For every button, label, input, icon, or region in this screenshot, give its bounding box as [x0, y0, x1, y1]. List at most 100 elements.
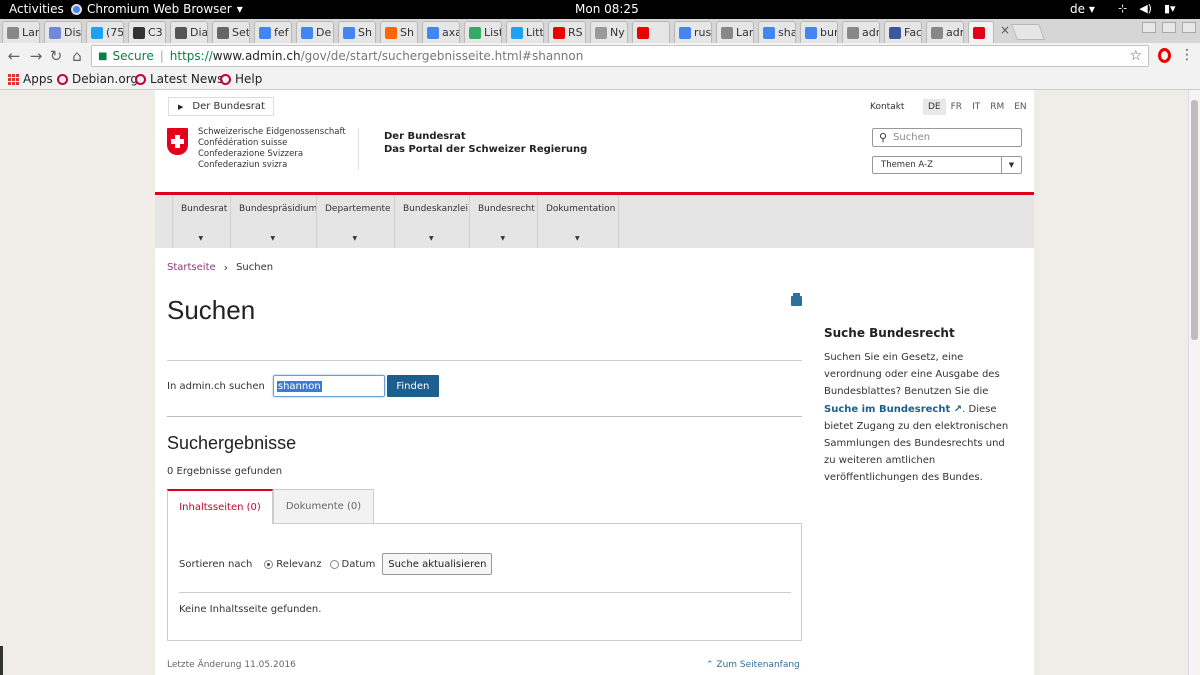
window-close-button[interactable]	[1182, 22, 1196, 33]
caret-right-icon: ▶	[178, 102, 184, 111]
update-search-button[interactable]: Suche aktualisieren	[382, 553, 493, 575]
search-input[interactable]: shannon	[272, 375, 385, 397]
nav-bundeskanzlei[interactable]: Bundeskanzlei ▼	[394, 195, 469, 248]
chevron-down-icon: ▼	[1001, 157, 1021, 173]
header-search-input[interactable]: ⚲ Suchen	[872, 128, 1022, 147]
nav-dokumentation[interactable]: Dokumentation ▼	[537, 195, 619, 248]
sort-date-radio[interactable]	[329, 559, 339, 569]
page-scrollbar[interactable]	[1188, 90, 1200, 675]
system-tray[interactable]: ⊹ ◀) ▮▾	[1118, 2, 1176, 15]
apps-grid-icon	[8, 73, 19, 85]
divider	[358, 128, 359, 170]
tab-favicon-icon	[553, 26, 565, 39]
close-tab-icon[interactable]: ×	[1000, 23, 1010, 37]
reload-button[interactable]: ↻	[46, 46, 66, 66]
browser-tab[interactable]: axa	[422, 21, 460, 43]
browser-tab[interactable]: bur	[800, 21, 838, 43]
browser-tab[interactable]: Fac	[884, 21, 922, 43]
debian-icon	[57, 73, 68, 85]
url-host: www.admin.ch	[212, 49, 301, 63]
scrollbar-thumb[interactable]	[1191, 100, 1198, 340]
breadcrumb-current: Suchen	[236, 262, 274, 273]
tab-favicon-icon	[427, 26, 439, 39]
browser-tab[interactable]: rus	[674, 21, 712, 43]
browser-tab[interactable]: Sh	[380, 21, 418, 43]
new-tab-button[interactable]	[1011, 24, 1045, 40]
browser-tab[interactable]: Lan	[2, 21, 40, 43]
tab-favicon-icon	[973, 26, 985, 39]
home-button[interactable]: ⌂	[67, 46, 87, 66]
browser-tab[interactable]: De	[296, 21, 334, 43]
bundesrat-dropdown[interactable]: ▶ Der Bundesrat	[168, 97, 274, 116]
input-language[interactable]: de ▾	[1070, 2, 1095, 16]
bookmark-debian[interactable]: Debian.org	[57, 72, 138, 86]
breadcrumb-home[interactable]: Startseite	[167, 262, 216, 273]
bookmark-apps[interactable]: Apps	[8, 72, 53, 86]
find-button[interactable]: Finden	[386, 375, 439, 397]
print-icon[interactable]	[791, 293, 802, 306]
activities-button[interactable]: Activities	[9, 2, 64, 16]
browser-tab[interactable]: List	[464, 21, 502, 43]
star-icon[interactable]: ☆	[1129, 48, 1142, 64]
lang-rm[interactable]: RM	[985, 99, 1009, 115]
browser-tab[interactable]: Litt	[506, 21, 544, 43]
back-button[interactable]: ←	[4, 46, 24, 66]
site-search-form: In admin.ch suchen shannon Finden	[167, 375, 439, 397]
browser-tab[interactable]: sha	[758, 21, 796, 43]
tab-dokumente[interactable]: Dokumente (0)	[273, 489, 374, 524]
sort-label: Sortieren nach	[179, 558, 253, 570]
tab-favicon-icon	[385, 26, 397, 39]
bookmark-latest-news[interactable]: Latest News	[135, 72, 223, 86]
tab-favicon-icon	[805, 26, 817, 39]
tab-inhaltsseiten[interactable]: Inhaltsseiten (0)	[167, 489, 273, 524]
themen-select[interactable]: Themen A-Z ▼	[872, 156, 1022, 174]
portal-title: Der Bundesrat Das Portal der Schweizer R…	[384, 131, 588, 155]
browser-tab[interactable]: adr	[842, 21, 880, 43]
tab-favicon-icon	[931, 26, 943, 39]
browser-tab[interactable]: fef	[254, 21, 292, 43]
forward-button[interactable]: →	[26, 46, 46, 66]
lang-de[interactable]: DE	[923, 99, 946, 115]
nav-bundesrecht[interactable]: Bundesrecht ▼	[469, 195, 537, 248]
browser-tab[interactable]: C3	[128, 21, 166, 43]
browser-tab[interactable]: adr	[926, 21, 964, 43]
opera-extension-icon[interactable]	[1158, 48, 1171, 63]
browser-tab[interactable]: Set	[212, 21, 250, 43]
browser-tab[interactable]: Sh	[338, 21, 376, 43]
nav-departemente[interactable]: Departemente ▼	[316, 195, 394, 248]
lang-en[interactable]: EN	[1009, 99, 1031, 115]
bookmark-help[interactable]: Help	[220, 72, 262, 86]
browser-tab[interactable]: Lan	[716, 21, 754, 43]
nav-bundesrat[interactable]: Bundesrat ▼	[172, 195, 230, 248]
browser-tab[interactable]: Ny	[590, 21, 628, 43]
browser-tab[interactable]	[968, 21, 994, 43]
lang-it[interactable]: IT	[967, 99, 985, 115]
address-bar[interactable]: ■ Secure | https:// www.admin.ch /gov/de…	[91, 45, 1149, 67]
browser-tab[interactable]	[632, 21, 670, 43]
back-to-top-link[interactable]: ⌃ Zum Seitenanfang	[706, 660, 800, 670]
bundesrecht-search-link[interactable]: Suche im Bundesrecht ↗	[824, 404, 962, 415]
browser-tab[interactable]: (75	[86, 21, 124, 43]
clock[interactable]: Mon 08:25	[575, 2, 639, 16]
browser-tab[interactable]: RS	[548, 21, 586, 43]
volume-icon: ◀)	[1139, 2, 1152, 15]
window-minimize-button[interactable]	[1142, 22, 1156, 33]
app-menu[interactable]: Chromium Web Browser ▾	[71, 2, 243, 16]
chevron-up-icon: ⌃	[706, 660, 714, 670]
bookmarks-bar: Apps Debian.org Latest News Help	[0, 69, 1200, 90]
browser-tab[interactable]: Dia	[170, 21, 208, 43]
browser-tab[interactable]: Dis	[44, 21, 82, 43]
kontakt-link[interactable]: Kontakt	[870, 102, 904, 112]
sort-relevance-radio[interactable]	[264, 559, 274, 569]
nav-bundespraesidium[interactable]: Bundespräsidium ▼	[230, 195, 317, 248]
window-maximize-button[interactable]	[1162, 22, 1176, 33]
main-navigation: Bundesrat ▼ Bundespräsidium ▼ Departemente…	[155, 195, 1034, 248]
swiss-coat-of-arms-logo[interactable]	[167, 128, 188, 155]
menu-icon[interactable]: ⋮	[1180, 47, 1194, 63]
tab-favicon-icon	[301, 26, 313, 39]
tab-favicon-icon	[343, 26, 355, 39]
tab-favicon-icon	[763, 26, 775, 39]
divider	[167, 416, 802, 417]
debian-icon	[220, 73, 231, 85]
lang-fr[interactable]: FR	[946, 99, 967, 115]
